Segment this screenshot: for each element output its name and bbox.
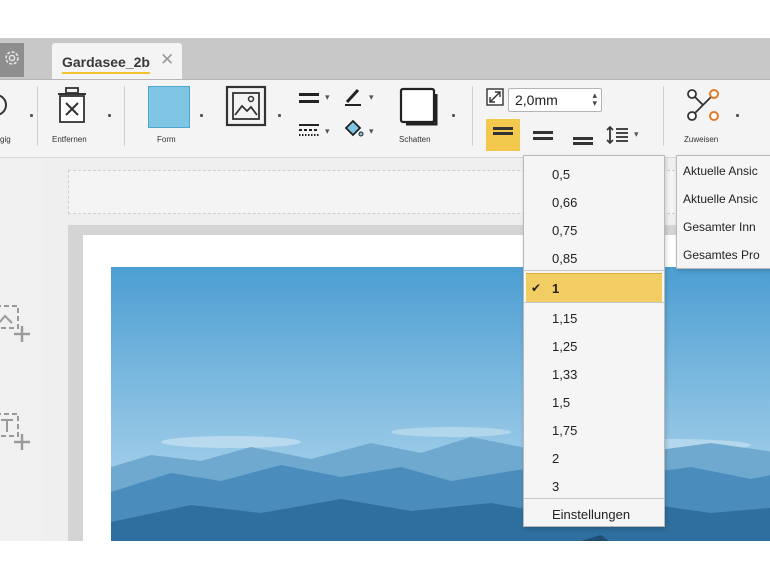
add-text-icon <box>0 413 36 458</box>
left-tool-panel <box>0 158 44 541</box>
align-top-button[interactable] <box>486 119 520 151</box>
form-menu-dot[interactable] <box>200 114 203 117</box>
shadow-button[interactable] <box>398 86 440 128</box>
menu-divider <box>524 302 664 303</box>
image-frame-icon <box>224 85 268 132</box>
pen-icon <box>342 88 364 112</box>
spacing-option[interactable]: 0,5 <box>524 160 664 188</box>
spacing-option-selected[interactable]: ✔ 1 <box>526 273 662 303</box>
line-style-button[interactable] <box>298 122 320 138</box>
border-width-stepper[interactable]: 2,0mm ▴ ▾ <box>508 88 602 112</box>
remove-label: Entfernen <box>52 135 87 144</box>
fill-color-button[interactable] <box>342 118 364 140</box>
partial-tool-label: gig <box>0 135 11 144</box>
assign-option[interactable]: Aktuelle Ansic <box>683 164 758 178</box>
line-weight-icon <box>298 93 320 110</box>
spacing-option[interactable]: 0,85 <box>524 244 664 272</box>
toolbar-separator <box>472 86 473 146</box>
tab-bar: Gardasee_2b ✕ <box>0 39 770 80</box>
shadow-label: Schatten <box>399 135 431 144</box>
spacing-option[interactable]: 1,5 <box>524 388 664 416</box>
settings-button[interactable] <box>0 43 24 77</box>
spacing-option[interactable]: 1,75 <box>524 416 664 444</box>
line-spacing-dropdown: 0,5 0,66 0,75 0,85 ✔ 1 1,15 1,25 1,33 1,… <box>523 155 665 527</box>
spacing-option[interactable]: 0,66 <box>524 188 664 216</box>
toolbar-separator <box>663 86 664 146</box>
line-color-caret[interactable]: ▾ <box>369 92 374 103</box>
remove-button[interactable] <box>52 86 92 126</box>
assign-option[interactable]: Gesamter Inn <box>683 220 756 234</box>
trash-icon <box>52 87 92 130</box>
menu-divider <box>524 270 664 271</box>
align-middle-button[interactable] <box>526 119 560 151</box>
toolbar-separator <box>37 86 38 146</box>
toolbar-separator <box>124 86 125 146</box>
tab-document[interactable]: Gardasee_2b ✕ <box>52 43 182 79</box>
spacing-option[interactable]: 0,75 <box>524 216 664 244</box>
add-image-icon <box>0 305 36 350</box>
line-weight-caret[interactable]: ▾ <box>325 92 330 103</box>
spacing-option[interactable]: 2 <box>524 444 664 472</box>
align-middle-icon <box>526 131 560 155</box>
box-deko-menu-dot[interactable] <box>278 114 281 117</box>
box-deko-button[interactable] <box>224 84 268 128</box>
close-icon[interactable]: ✕ <box>160 51 174 69</box>
spacing-option[interactable]: 1,33 <box>524 360 664 388</box>
spacing-option[interactable]: 3 <box>524 472 664 500</box>
add-text-button[interactable] <box>0 410 36 454</box>
align-bottom-button[interactable] <box>566 119 600 151</box>
stepper-arrows-icon[interactable]: ▴ ▾ <box>592 91 597 108</box>
assign-dropdown: Aktuelle Ansic Aktuelle Ansic Gesamter I… <box>676 155 770 269</box>
border-width-icon <box>486 88 504 106</box>
mountain-lake-photo[interactable] <box>111 267 770 541</box>
remove-menu-dot[interactable] <box>108 114 111 117</box>
spacing-option[interactable]: 1,25 <box>524 332 664 360</box>
assign-option[interactable]: Aktuelle Ansic <box>683 192 758 206</box>
assign-nodes-icon <box>684 89 722 128</box>
paint-bucket-icon <box>342 119 364 144</box>
partial-tool-menu-dot[interactable] <box>30 114 33 117</box>
toolbar: gig Entfernen Form ▾ ▾ ▾ ▾ Schatten 2,0m… <box>0 80 770 158</box>
app-window: Gardasee_2b ✕ gig Entfernen Form ▾ ▾ ▾ ▾… <box>0 38 770 541</box>
line-spacing-caret[interactable]: ▾ <box>634 129 639 140</box>
form-label: Form <box>157 135 176 144</box>
align-bottom-icon <box>566 137 600 155</box>
line-color-button[interactable] <box>342 86 364 108</box>
check-icon: ✔ <box>531 281 542 295</box>
shadow-menu-dot[interactable] <box>452 114 455 117</box>
spacing-settings-option[interactable]: Einstellungen <box>524 500 664 528</box>
gear-icon <box>3 49 21 72</box>
line-style-caret[interactable]: ▾ <box>325 126 330 137</box>
menu-divider <box>524 498 664 499</box>
border-width-value: 2,0mm <box>515 92 558 108</box>
align-top-icon <box>486 127 520 155</box>
dashed-lines-icon <box>298 124 320 142</box>
tab-title: Gardasee_2b <box>62 54 150 74</box>
assign-button[interactable] <box>684 86 722 124</box>
add-image-button[interactable] <box>0 302 36 346</box>
line-spacing-icon <box>606 125 630 152</box>
line-spacing-button[interactable] <box>606 124 630 148</box>
partial-tool-button[interactable] <box>0 90 10 120</box>
assign-menu-dot[interactable] <box>736 114 739 117</box>
assign-label: Zuweisen <box>684 135 719 144</box>
fill-color-caret[interactable]: ▾ <box>369 126 374 137</box>
spacing-option[interactable]: 1,15 <box>524 304 664 332</box>
shadow-box-icon <box>398 87 440 132</box>
line-weight-button[interactable] <box>298 90 320 106</box>
assign-option[interactable]: Gesamtes Pro <box>683 248 760 262</box>
form-color-button[interactable] <box>148 86 190 128</box>
